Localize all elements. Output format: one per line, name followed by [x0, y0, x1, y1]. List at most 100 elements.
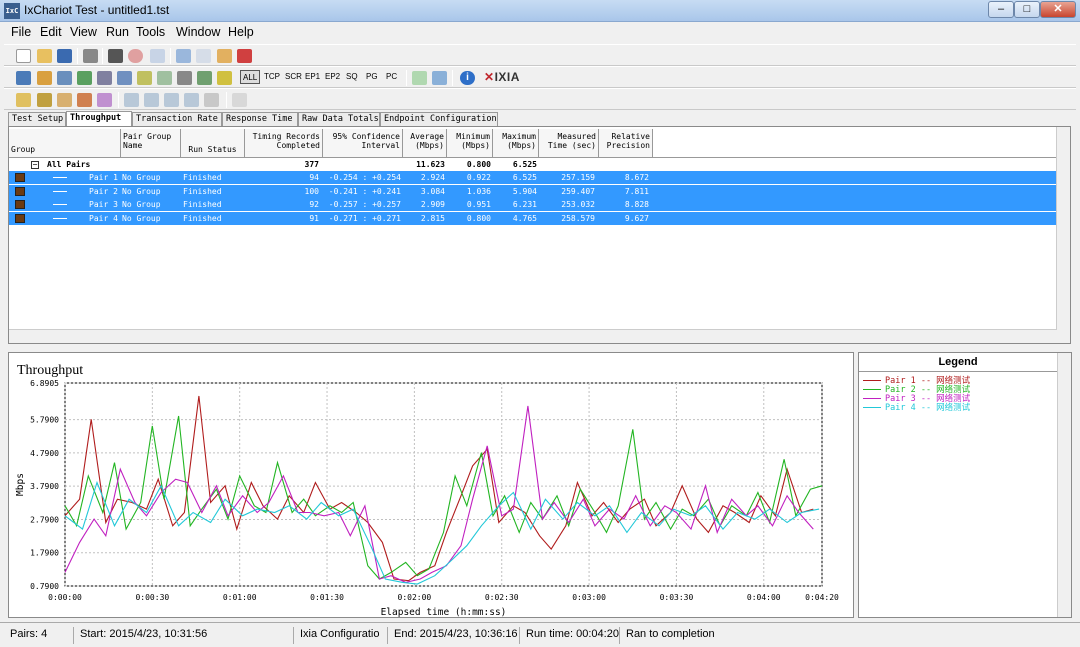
run-icon[interactable] [108, 49, 123, 63]
zoom-icon[interactable] [16, 93, 31, 107]
header-measured-time[interactable]: Measured Time (sec) [539, 129, 599, 157]
open-folder-icon[interactable] [37, 49, 52, 63]
tab-throughput[interactable]: Throughput [66, 111, 132, 126]
delete-icon[interactable] [237, 49, 252, 63]
pair-icon [15, 200, 25, 209]
save-icon[interactable] [57, 49, 72, 63]
zoom-in-icon[interactable] [37, 93, 52, 107]
header-average[interactable]: Average (Mbps) [403, 129, 447, 157]
pair-icon [15, 186, 25, 196]
cell-ci: -0.257 : +0.257 [328, 200, 401, 209]
table-row[interactable]: Pair 2 No Group Finished 100 -0.241 : +0.241… [9, 184, 1057, 198]
cell-max: 5.904 [512, 186, 537, 196]
filter-ep1-button[interactable]: EP1 [303, 70, 322, 84]
cell-max: 6.525 [512, 173, 537, 182]
hardware-icon[interactable] [97, 71, 112, 85]
minimize-button[interactable]: – [988, 1, 1014, 18]
pan-icon[interactable] [77, 93, 92, 107]
throughput-chart[interactable]: Throughput6.8905 5.7900 4.7900 3.7900 2.7900… [9, 353, 853, 618]
copy-icon[interactable] [196, 49, 211, 63]
header-pair-group-name[interactable]: Pair Group Name [121, 129, 181, 157]
cell-prec: 7.811 [624, 186, 649, 196]
collapse-icon[interactable]: − [31, 161, 39, 169]
status-pairs: Pairs: 4 [6, 627, 74, 644]
header-group[interactable]: Group [9, 129, 121, 157]
tab-response-time[interactable]: Response Time [222, 112, 298, 126]
tab-endpoint-configuration[interactable]: Endpoint Configuration [380, 112, 498, 126]
options-icon[interactable] [150, 49, 165, 63]
window-icon[interactable] [432, 71, 447, 85]
title-bar: IxC IxChariot Test - untitled1.tst – □ ✕ [0, 0, 1080, 22]
palette-icon[interactable] [97, 93, 112, 107]
zoom-out-icon[interactable] [57, 93, 72, 107]
cut-icon[interactable] [176, 49, 191, 63]
menu-run[interactable]: Run [106, 25, 129, 39]
expand-icon[interactable] [412, 71, 427, 85]
filter-all-button[interactable]: ALL [240, 70, 261, 84]
endpoint-icon[interactable] [57, 71, 72, 85]
table-row[interactable]: Pair 4 No Group Finished 91 -0.271 : +0.271 2… [9, 211, 1057, 225]
graph-next-icon[interactable] [144, 93, 159, 107]
status-bar: Pairs: 4 Start: 2015/4/23, 10:31:56 Ixia… [0, 622, 1080, 647]
header-timing-records[interactable]: Timing Records Completed [245, 129, 323, 157]
filter-sq-button[interactable]: SQ [344, 70, 360, 84]
add-multicast-icon[interactable] [37, 71, 52, 85]
refresh-icon[interactable] [197, 71, 212, 85]
cell-records: 100 [304, 186, 319, 196]
legend-item[interactable]: Pair 4 -- 网络测试 [863, 401, 970, 413]
print-icon[interactable] [83, 49, 98, 63]
header-maximum[interactable]: Maximum (Mbps) [493, 129, 539, 157]
summary-row[interactable]: − All Pairs 377 11.623 0.800 6.525 [9, 158, 1057, 171]
table-vertical-scrollbar[interactable] [1056, 127, 1070, 343]
stop-icon[interactable] [128, 49, 143, 63]
tab-test-setup[interactable]: Test Setup [8, 112, 66, 126]
filter-ep2-button[interactable]: EP2 [323, 70, 342, 84]
close-button[interactable]: ✕ [1040, 1, 1076, 18]
menu-window[interactable]: Window [176, 25, 220, 39]
filter-pg-button[interactable]: PG [364, 70, 380, 84]
script-icon[interactable] [117, 71, 132, 85]
sort-icon[interactable] [217, 71, 232, 85]
paste-icon[interactable] [217, 49, 232, 63]
info-icon[interactable]: i [460, 71, 475, 85]
tools-icon[interactable] [177, 71, 192, 85]
tab-transaction-rate[interactable]: Transaction Rate [132, 112, 222, 126]
filter-scr-button[interactable]: SCR [283, 70, 304, 84]
filter-pc-button[interactable]: PC [384, 70, 399, 84]
header-confidence-interval[interactable]: 95% Confidence Interval [323, 129, 403, 157]
x-axis-label: Elapsed time (h:mm:ss) [381, 607, 507, 617]
graph-config-icon[interactable] [204, 93, 219, 107]
header-run-status[interactable]: Run Status [181, 129, 245, 157]
cell-min: 0.951 [466, 200, 491, 209]
graph-prev-icon[interactable] [124, 93, 139, 107]
graph-first-icon[interactable] [164, 93, 179, 107]
cell-ci: -0.271 : +0.271 [328, 213, 401, 223]
maximize-button[interactable]: □ [1014, 1, 1040, 18]
header-minimum[interactable]: Minimum (Mbps) [447, 129, 493, 157]
y-tick-label: 6.8905 [30, 379, 59, 388]
graph-last-icon[interactable] [184, 93, 199, 107]
tab-raw-data-totals[interactable]: Raw Data Totals [298, 112, 380, 126]
x-tick-label: 0:02:00 [398, 593, 432, 602]
menu-file[interactable]: File [11, 25, 31, 39]
legend-scrollbar[interactable] [1057, 353, 1071, 617]
filter-tcp-button[interactable]: TCP [262, 70, 282, 84]
table-row[interactable]: Pair 3 No Group Finished 92 -0.257 : +0.257 2… [9, 198, 1057, 211]
menu-help[interactable]: Help [228, 25, 254, 39]
cell-avg: 2.924 [420, 173, 445, 182]
new-file-icon[interactable] [16, 49, 31, 63]
table-row[interactable]: Pair 1 No Group Finished 94 -0.254 : +0.254 2… [9, 171, 1057, 184]
table-horizontal-scrollbar[interactable] [9, 329, 1057, 343]
plot-area [64, 382, 823, 587]
edit-script-icon[interactable] [137, 71, 152, 85]
menu-tools[interactable]: Tools [136, 25, 165, 39]
cell-group: No Group [122, 186, 161, 196]
header-relative-precision[interactable]: Relative Precision [599, 129, 653, 157]
check-icon[interactable] [157, 71, 172, 85]
menu-edit[interactable]: Edit [40, 25, 62, 39]
summary-maximum: 6.525 [512, 160, 537, 169]
network-icon[interactable] [77, 71, 92, 85]
menu-view[interactable]: View [70, 25, 97, 39]
add-pair-icon[interactable] [16, 71, 31, 85]
graph-reset-icon[interactable] [232, 93, 247, 107]
